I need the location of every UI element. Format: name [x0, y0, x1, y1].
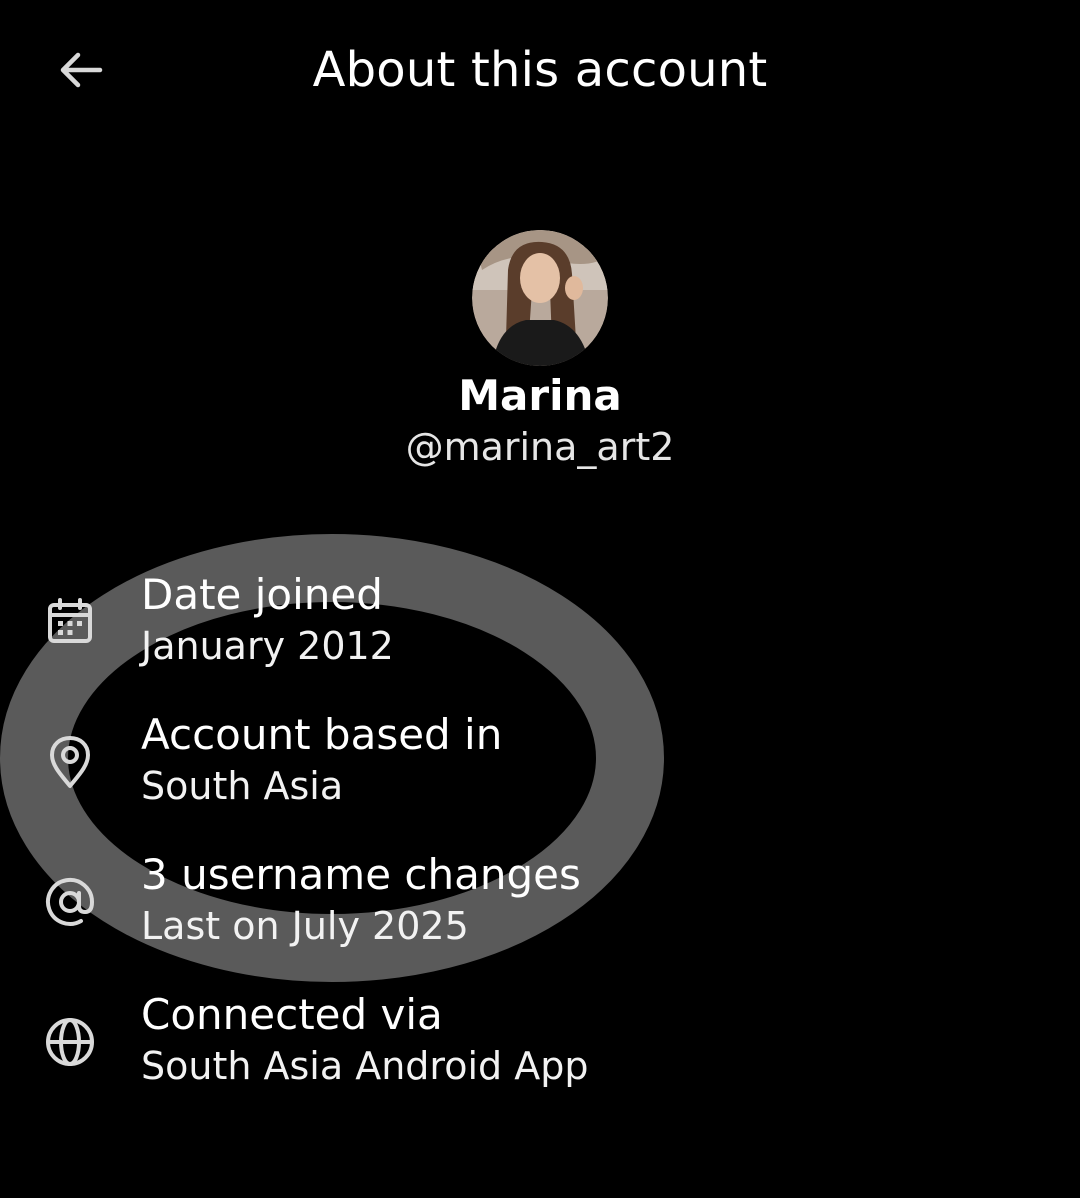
- display-name: Marina: [458, 371, 622, 420]
- detail-value: South Asia: [141, 764, 344, 808]
- location-pin-icon: [42, 734, 98, 790]
- detail-label: Date joined: [141, 570, 383, 619]
- detail-value: Last on July 2025: [141, 904, 469, 948]
- username-handle: @marina_art2: [405, 425, 675, 469]
- profile-summary: Marina @marina_art2: [0, 230, 1080, 472]
- calendar-icon: [42, 594, 98, 650]
- at-sign-icon: [42, 874, 98, 930]
- detail-date-joined: Date joined January 2012: [0, 568, 1080, 708]
- detail-value: January 2012: [141, 624, 394, 668]
- page-title: About this account: [312, 42, 768, 98]
- detail-connected-via: Connected via South Asia Android App: [0, 988, 1080, 1128]
- detail-username-changes: 3 username changes Last on July 2025: [0, 848, 1080, 988]
- detail-label: Account based in: [141, 710, 503, 759]
- detail-value: South Asia Android App: [141, 1044, 589, 1088]
- avatar[interactable]: [472, 230, 608, 366]
- top-app-bar: About this account: [0, 0, 1080, 140]
- account-details-list: Date joined January 2012 Account based i…: [0, 568, 1080, 1128]
- detail-account-location: Account based in South Asia: [0, 708, 1080, 848]
- detail-label: Connected via: [141, 990, 443, 1039]
- globe-icon: [42, 1014, 98, 1070]
- detail-label: 3 username changes: [141, 850, 581, 899]
